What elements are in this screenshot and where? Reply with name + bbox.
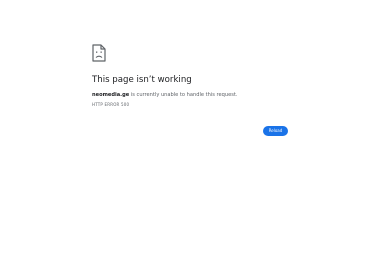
reload-button[interactable]: Reload [263,126,288,136]
error-code: HTTP ERROR 500 [92,102,130,107]
error-content: This page isn’t working neomedia.ge is c… [92,44,288,108]
error-host: neomedia.ge [92,92,130,98]
sad-page-icon [92,44,106,62]
error-message: neomedia.ge is currently unable to handl… [92,91,288,99]
error-message-text: is currently unable to handle this reque… [129,92,238,98]
error-title: This page isn’t working [92,75,192,85]
